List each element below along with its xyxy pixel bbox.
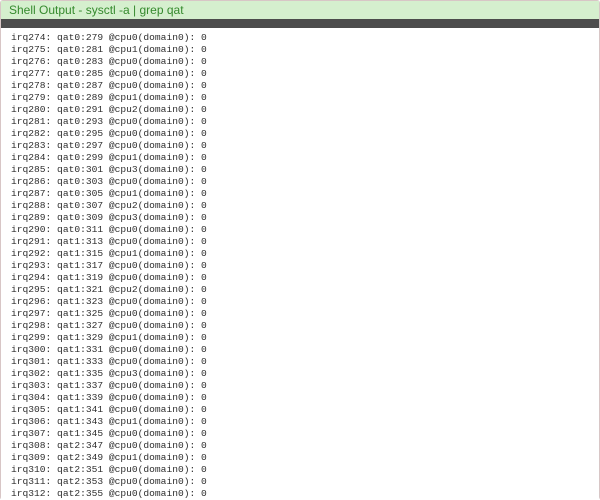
output-line: irq299: qat1:329 @cpu1(domain0): 0 xyxy=(11,332,589,344)
output-line: irq285: qat0:301 @cpu3(domain0): 0 xyxy=(11,164,589,176)
output-line: irq274: qat0:279 @cpu0(domain0): 0 xyxy=(11,32,589,44)
output-line: irq292: qat1:315 @cpu1(domain0): 0 xyxy=(11,248,589,260)
output-line: irq275: qat0:281 @cpu1(domain0): 0 xyxy=(11,44,589,56)
output-line: irq305: qat1:341 @cpu0(domain0): 0 xyxy=(11,404,589,416)
output-line: irq296: qat1:323 @cpu0(domain0): 0 xyxy=(11,296,589,308)
output-line: irq309: qat2:349 @cpu1(domain0): 0 xyxy=(11,452,589,464)
output-line: irq297: qat1:325 @cpu0(domain0): 0 xyxy=(11,308,589,320)
output-line: irq287: qat0:305 @cpu1(domain0): 0 xyxy=(11,188,589,200)
shell-output-body: irq274: qat0:279 @cpu0(domain0): 0irq275… xyxy=(1,28,599,500)
output-line: irq289: qat0:309 @cpu3(domain0): 0 xyxy=(11,212,589,224)
header-title-prefix: Shell Output - xyxy=(9,3,86,17)
output-line: irq281: qat0:293 @cpu0(domain0): 0 xyxy=(11,116,589,128)
output-line: irq303: qat1:337 @cpu0(domain0): 0 xyxy=(11,380,589,392)
output-line: irq311: qat2:353 @cpu0(domain0): 0 xyxy=(11,476,589,488)
output-line: irq301: qat1:333 @cpu0(domain0): 0 xyxy=(11,356,589,368)
output-line: irq306: qat1:343 @cpu1(domain0): 0 xyxy=(11,416,589,428)
output-line: irq290: qat0:311 @cpu0(domain0): 0 xyxy=(11,224,589,236)
output-line: irq278: qat0:287 @cpu0(domain0): 0 xyxy=(11,80,589,92)
output-line: irq310: qat2:351 @cpu0(domain0): 0 xyxy=(11,464,589,476)
output-line: irq284: qat0:299 @cpu1(domain0): 0 xyxy=(11,152,589,164)
output-line: irq300: qat1:331 @cpu0(domain0): 0 xyxy=(11,344,589,356)
shell-output-subheader xyxy=(1,20,599,28)
output-line: irq304: qat1:339 @cpu0(domain0): 0 xyxy=(11,392,589,404)
output-line: irq277: qat0:285 @cpu0(domain0): 0 xyxy=(11,68,589,80)
output-line: irq293: qat1:317 @cpu0(domain0): 0 xyxy=(11,260,589,272)
output-line: irq282: qat0:295 @cpu0(domain0): 0 xyxy=(11,128,589,140)
output-line: irq286: qat0:303 @cpu0(domain0): 0 xyxy=(11,176,589,188)
output-line: irq288: qat0:307 @cpu2(domain0): 0 xyxy=(11,200,589,212)
output-line: irq302: qat1:335 @cpu3(domain0): 0 xyxy=(11,368,589,380)
header-command: sysctl -a | grep qat xyxy=(86,3,184,17)
output-line: irq280: qat0:291 @cpu2(domain0): 0 xyxy=(11,104,589,116)
output-line: irq279: qat0:289 @cpu1(domain0): 0 xyxy=(11,92,589,104)
output-line: irq295: qat1:321 @cpu2(domain0): 0 xyxy=(11,284,589,296)
shell-output-header: Shell Output - sysctl -a | grep qat xyxy=(1,1,599,20)
output-line: irq307: qat1:345 @cpu0(domain0): 0 xyxy=(11,428,589,440)
output-line: irq291: qat1:313 @cpu0(domain0): 0 xyxy=(11,236,589,248)
output-line: irq294: qat1:319 @cpu0(domain0): 0 xyxy=(11,272,589,284)
output-line: irq298: qat1:327 @cpu0(domain0): 0 xyxy=(11,320,589,332)
output-line: irq308: qat2:347 @cpu0(domain0): 0 xyxy=(11,440,589,452)
output-line: irq276: qat0:283 @cpu0(domain0): 0 xyxy=(11,56,589,68)
output-line: irq283: qat0:297 @cpu0(domain0): 0 xyxy=(11,140,589,152)
output-line: irq312: qat2:355 @cpu0(domain0): 0 xyxy=(11,488,589,500)
